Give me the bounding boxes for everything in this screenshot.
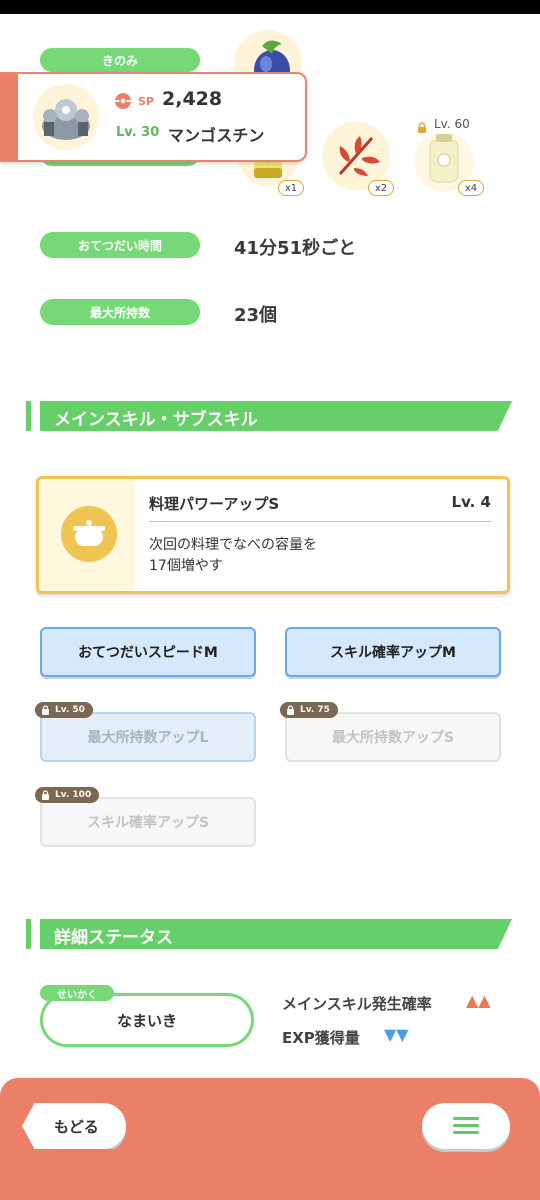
card-stripe xyxy=(0,74,18,160)
details-section-header: 詳細ステータス xyxy=(26,919,512,949)
cooking-pot-icon xyxy=(61,506,117,566)
pokemon-level: Lv. 30 xyxy=(116,125,160,140)
nature-box[interactable]: なまいき xyxy=(40,993,254,1047)
ingredient-count-3: x4 xyxy=(458,180,484,196)
nature-value: なまいき xyxy=(116,1012,177,1030)
sub-skill-5-lock-level: Lv. 100 xyxy=(55,790,92,800)
nature-down-arrows: ▼▼ xyxy=(384,1025,409,1044)
nature-up-label: メインスキル発生確率 xyxy=(282,995,432,1013)
bottom-bar: もどる xyxy=(0,1078,540,1200)
status-bar xyxy=(0,0,540,14)
details-section-title: 詳細ステータス xyxy=(54,928,173,948)
help-time-value: 41分51秒ごと xyxy=(234,238,357,259)
sub-skill-4-lock: Lv. 75 xyxy=(280,702,338,718)
berry-label: きのみ xyxy=(40,48,200,72)
nature-down-label: EXP獲得量 xyxy=(282,1029,360,1047)
main-skill-card[interactable]: 料理パワーアップS Lv. 4 次回の料理でなべの容量を 17個増やす xyxy=(36,476,510,594)
menu-button[interactable] xyxy=(422,1103,510,1149)
sub-skill-5-lock: Lv. 100 xyxy=(35,787,100,803)
ingredient-count-1: x1 xyxy=(278,180,304,196)
main-skill-name: 料理パワーアップS xyxy=(149,495,280,513)
sub-skill-3-lock-level: Lv. 50 xyxy=(55,705,85,715)
sub-skill-3-button[interactable]: 最大所持数アップL xyxy=(40,712,256,762)
sub-skill-4-button[interactable]: 最大所持数アップS xyxy=(285,712,501,762)
main-skill-body: 料理パワーアップS Lv. 4 次回の料理でなべの容量を 17個増やす xyxy=(135,479,507,591)
lock-icon xyxy=(42,790,49,800)
sub-skill-5-button[interactable]: スキル確率アップS xyxy=(40,797,256,847)
sub-skill-3-lock: Lv. 50 xyxy=(35,702,93,718)
max-inventory-label: 最大所持数 xyxy=(40,299,200,325)
section-marker xyxy=(26,919,31,949)
back-button-label: もどる xyxy=(54,1118,99,1136)
skills-section-header: メインスキル・サブスキル xyxy=(26,401,512,431)
main-skill-desc-line2: 17個増やす xyxy=(149,558,223,574)
skills-section-title: メインスキル・サブスキル xyxy=(54,410,258,430)
max-inventory-value: 23個 xyxy=(234,305,278,326)
lock-icon xyxy=(42,705,49,715)
lock-icon xyxy=(287,705,294,715)
nature-up-arrows: ▲▲ xyxy=(466,991,491,1010)
pokemon-name: マンゴスチン xyxy=(168,126,265,145)
sp-icon xyxy=(114,92,132,114)
nature-tag: せいかく xyxy=(40,985,114,1001)
sp-tag: SP xyxy=(138,95,154,108)
sub-skill-4-lock-level: Lv. 75 xyxy=(300,705,330,715)
section-marker xyxy=(26,401,31,431)
pokemon-card[interactable]: SP 2,428 Lv. 30 マンゴスチン xyxy=(0,72,307,162)
main-skill-divider xyxy=(149,521,491,522)
hamburger-menu-icon xyxy=(453,1117,479,1139)
sp-value: 2,428 xyxy=(162,88,223,110)
sub-skill-2-button[interactable]: スキル確率アップM xyxy=(285,627,501,677)
main-skill-level: Lv. 4 xyxy=(451,493,491,511)
sub-skill-1-button[interactable]: おてつだいスピードM xyxy=(40,627,256,677)
pokemon-avatar xyxy=(30,82,102,152)
main-skill-desc-line1: 次回の料理でなべの容量を xyxy=(149,537,317,553)
help-time-label: おてつだい時間 xyxy=(40,232,200,258)
ingredient-count-2: x2 xyxy=(368,180,394,196)
